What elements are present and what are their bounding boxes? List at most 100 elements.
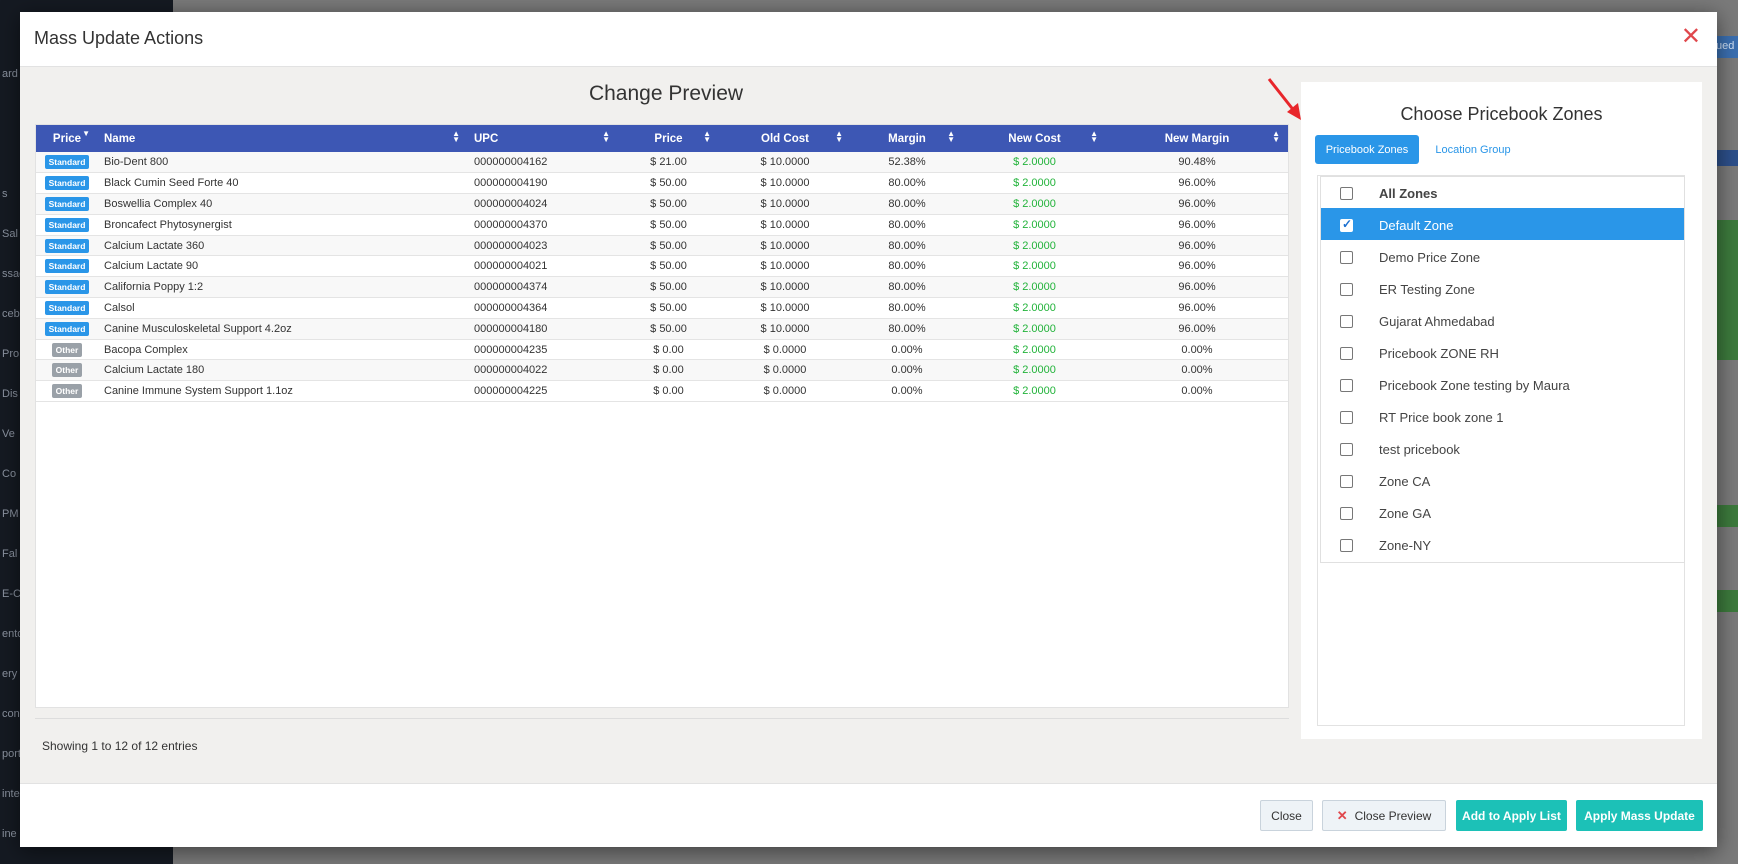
cell-price: $ 50.00 [650,322,687,335]
sort-icon[interactable]: ▲ ▼ [1272,130,1280,144]
cell-new-margin: 96.00% [1178,218,1216,231]
zone-item[interactable]: Default Zone [1320,208,1685,243]
price-type-badge: Standard [44,300,90,315]
cell-upc: 000000004021 [474,260,548,273]
zone-item[interactable]: RT Price book zone 1 [1320,400,1685,435]
sort-icon[interactable]: ▲ ▼ [452,130,460,144]
cell-upc: 000000004023 [474,239,548,252]
column-header-old-cost[interactable]: Old Cost ▲ ▼ [719,125,851,152]
checkbox[interactable] [1340,250,1353,264]
sort-icon[interactable]: ▲ ▼ [602,130,610,144]
price-type-badge: Standard [44,217,90,232]
table-footer-divider [35,718,1289,719]
table-row[interactable]: Standard Boswellia Complex 40 000000004024… [36,193,1288,215]
table-row[interactable]: Other Calcium Lactate 180 000000004022 $ 0.… [36,359,1288,381]
table-row[interactable]: Standard California Poppy 1:2 000000004374… [36,276,1288,298]
table-row[interactable]: Standard Bio-Dent 800 000000004162 $ 21.00 $… [36,152,1288,173]
cell-type: Standard [36,235,98,256]
zone-item[interactable]: Gujarat Ahmedabad [1320,304,1685,339]
cell-name: Boswellia Complex 40 [104,197,213,210]
sort-icon[interactable]: ▲ ▼ [703,130,711,144]
background-nav-fragment: Sal [2,228,18,240]
checkbox[interactable] [1340,346,1353,360]
zone-item[interactable]: ER Testing Zone [1320,272,1685,307]
cell-old-cost: $ 10.0000 [760,239,810,252]
modal-title: Mass Update Actions [34,28,204,48]
sort-desc-icon[interactable]: ▼ [82,130,90,138]
checkbox[interactable] [1340,538,1353,552]
checkbox[interactable] [1340,378,1353,392]
checkbox[interactable] [1340,474,1353,488]
cell-type: Standard [36,256,98,277]
checkbox[interactable] [1340,187,1353,200]
table-row[interactable]: Other Bacopa Complex 000000004235 $ 0.00 $ 0… [36,339,1288,360]
table-row[interactable]: Standard Canine Musculoskeletal Support 4… [36,318,1288,340]
close-button[interactable]: Close [1260,800,1313,831]
cell-old-cost: $ 10.0000 [760,177,810,190]
table-row[interactable]: Standard Calsol 000000004364 $ 50.00 $ 10.00… [36,298,1288,319]
sort-icon[interactable]: ▲ ▼ [1090,130,1098,144]
cell-new-margin: 0.00% [1181,385,1213,398]
table-row[interactable]: Standard Calcium Lactate 360 000000004023 $… [36,235,1288,256]
cell-new-margin: 96.00% [1178,301,1216,314]
cell-margin: 52.38% [888,156,926,169]
zone-item-all[interactable]: All Zones [1320,176,1685,211]
zone-item[interactable]: Zone-NY [1320,528,1685,563]
column-header-new-margin[interactable]: New Margin ▲ ▼ [1106,125,1288,152]
column-header-name[interactable]: Name ▲ ▼ [98,125,468,152]
table-header-row: Price ▼ Name ▲ ▼ UPC ▲ ▼ Price ▲ ▼ Old Cost ▲ ▼ M… [36,125,1288,152]
checkbox[interactable] [1340,410,1353,424]
mass-update-modal: Mass Update Actions ✕ Change Preview Pri… [20,12,1717,847]
sort-icon[interactable]: ▲ ▼ [835,130,843,144]
column-header-margin[interactable]: Margin ▲ ▼ [851,125,963,152]
cell-name: Calcium Lactate 360 [104,239,205,252]
close-icon: ✕ [1336,807,1348,823]
column-header-type[interactable]: Price ▼ [36,125,98,152]
column-header-new-cost[interactable]: New Cost ▲ ▼ [963,125,1106,152]
cell-old-cost: $ 10.0000 [760,301,810,314]
table-row[interactable]: Standard Black Cumin Seed Forte 40 0000000… [36,173,1288,194]
cell-new-cost: $ 2.0000 [1013,177,1056,190]
checkbox[interactable] [1340,282,1353,296]
checkbox[interactable] [1340,314,1353,328]
zone-item[interactable]: Pricebook Zone testing by Maura [1320,368,1685,403]
annotation-arrow-icon [1267,78,1301,120]
cell-type: Standard [36,298,98,319]
cell-old-cost: $ 0.0000 [763,364,807,377]
zone-item[interactable]: Zone CA [1320,464,1685,499]
column-header-upc[interactable]: UPC ▲ ▼ [468,125,618,152]
background-strip: ued [1716,36,1738,58]
table-row[interactable]: Other Canine Immune System Support 1.1oz 0… [36,381,1288,402]
checkbox[interactable] [1340,442,1353,456]
sort-icon[interactable]: ▲ ▼ [947,130,955,144]
zone-item[interactable]: test pricebook [1320,432,1685,467]
zone-item[interactable]: Demo Price Zone [1320,240,1685,275]
cell-margin: 80.00% [888,281,926,294]
close-icon[interactable]: ✕ [1681,25,1701,49]
background-nav-fragment: Pro [2,348,20,360]
cell-margin: 80.00% [888,260,926,273]
price-type-badge: Standard [44,280,90,295]
tab-location-group[interactable]: Location Group [1425,135,1521,164]
checkbox[interactable] [1340,217,1353,232]
column-header-price[interactable]: Price ▲ ▼ [618,125,719,152]
table-row[interactable]: Standard Calcium Lactate 90 000000004021 $ … [36,256,1288,277]
background-nav-fragment: PM [2,508,19,520]
tab-pricebook-zones[interactable]: Pricebook Zones [1315,135,1419,164]
cell-upc: 000000004370 [474,218,548,231]
checkbox[interactable] [1340,506,1353,520]
cell-name: Broncafect Phytosynergist [104,218,232,231]
add-to-apply-list-button[interactable]: Add to Apply List [1456,800,1567,831]
cell-margin: 80.00% [888,239,926,252]
cell-price: $ 50.00 [650,260,687,273]
table-row[interactable]: Standard Broncafect Phytosynergist 0000000… [36,214,1288,236]
cell-old-cost: $ 10.0000 [760,281,810,294]
zone-item[interactable]: Pricebook ZONE RH [1320,336,1685,371]
zone-item[interactable]: Zone GA [1320,496,1685,531]
preview-title: Change Preview [588,82,744,105]
cell-upc: 000000004364 [474,301,548,314]
close-preview-button[interactable]: ✕ Close Preview [1322,800,1446,831]
cell-price: $ 50.00 [650,218,687,231]
apply-mass-update-button[interactable]: Apply Mass Update [1576,800,1703,831]
zones-panel: Choose Pricebook Zones Pricebook Zones L… [1301,82,1702,739]
